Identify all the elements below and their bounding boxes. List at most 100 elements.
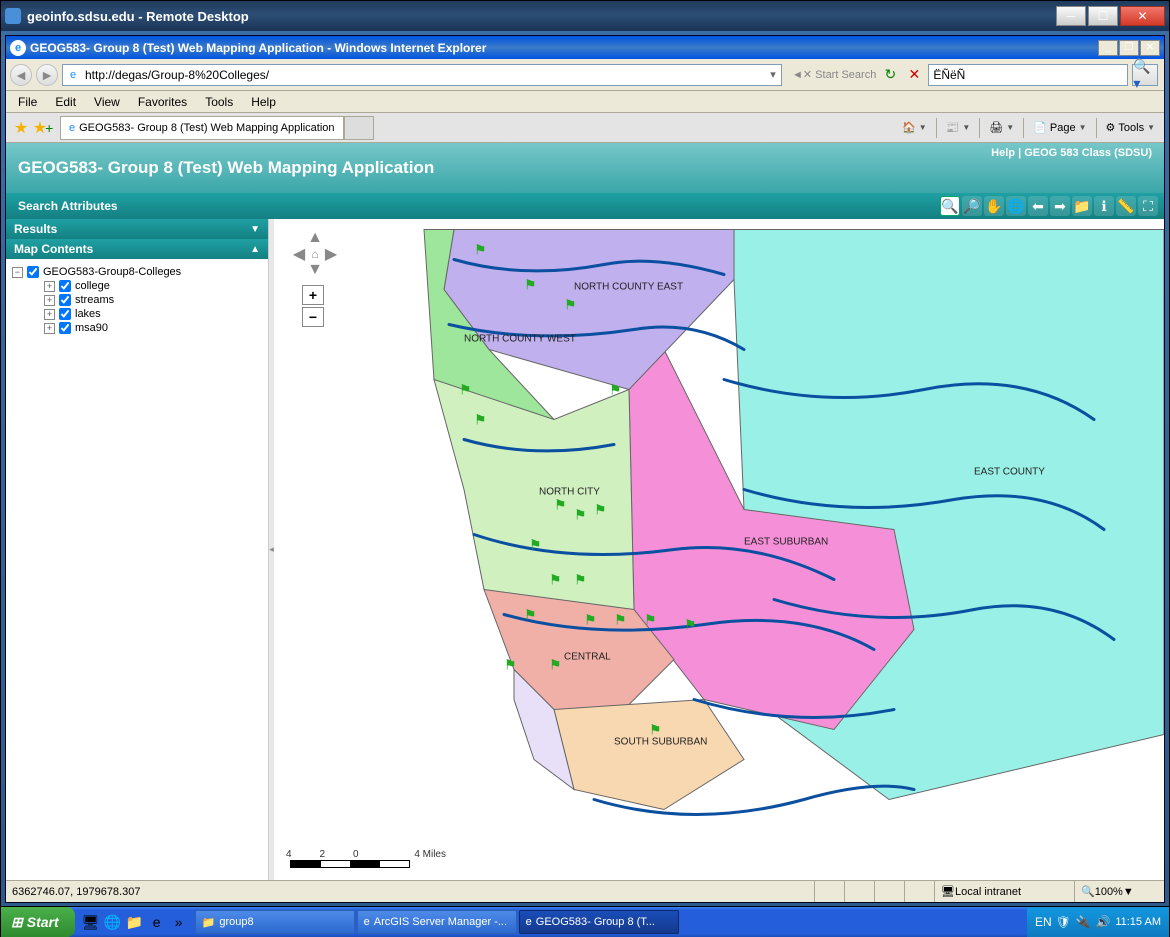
results-panel-header[interactable]: Results▼ xyxy=(6,219,268,239)
rd-titlebar[interactable]: geoinfo.sdsu.edu - Remote Desktop ─ ☐ ✕ xyxy=(1,1,1169,31)
taskbar-item[interactable]: eArcGIS Server Manager -... xyxy=(357,910,517,934)
contents-panel-header[interactable]: Map Contents▲ xyxy=(6,239,268,259)
pan-center-icon[interactable]: ⌂ xyxy=(307,246,323,262)
url-input[interactable] xyxy=(83,68,765,82)
full-extent-tool[interactable]: 🌐 xyxy=(1006,196,1026,216)
rd-close-button[interactable]: ✕ xyxy=(1120,6,1165,26)
page-menu-button[interactable]: 📄Page▼ xyxy=(1028,117,1091,139)
help-link[interactable]: Help xyxy=(991,147,1015,159)
identify-tool[interactable]: 📁 xyxy=(1072,196,1092,216)
feeds-button[interactable]: 📰▼ xyxy=(941,117,976,139)
layer-checkbox[interactable] xyxy=(59,322,71,334)
tree-root[interactable]: − GEOG583-Group8-Colleges xyxy=(12,265,262,279)
ie-window: e GEOG583- Group 8 (Test) Web Mapping Ap… xyxy=(5,35,1165,903)
fullscreen-tool[interactable]: ⛶ xyxy=(1138,196,1158,216)
ql-explorer-icon[interactable]: 📁 xyxy=(125,912,145,932)
taskbar-item[interactable]: 📁group8 xyxy=(195,910,355,934)
layer-label: msa90 xyxy=(75,322,108,334)
windows-logo-icon: ⊞ xyxy=(11,914,23,931)
pan-east-button[interactable]: ▶ xyxy=(322,245,340,263)
rd-maximize-button[interactable]: ☐ xyxy=(1088,6,1118,26)
home-button[interactable]: 🏠▼ xyxy=(897,117,932,139)
tray-network-icon[interactable]: 🔌 xyxy=(1075,914,1091,930)
next-extent-tool[interactable]: ➡ xyxy=(1050,196,1070,216)
ie-close-button[interactable]: ✕ xyxy=(1140,40,1160,56)
tree-layer-streams[interactable]: + streams xyxy=(44,293,262,307)
taskbar-item-active[interactable]: eGEOG583- Group 8 (T... xyxy=(519,910,679,934)
expander-icon[interactable]: + xyxy=(44,323,55,334)
zoom-out-tool[interactable]: 🔎 xyxy=(962,196,982,216)
favorites-star-icon[interactable]: ★ xyxy=(10,117,32,139)
expander-icon[interactable]: − xyxy=(12,267,23,278)
status-zoom[interactable]: 🔍 100% ▼ xyxy=(1074,881,1164,902)
layer-checkbox[interactable] xyxy=(27,266,39,278)
forward-button[interactable]: ► xyxy=(36,64,58,86)
layer-checkbox[interactable] xyxy=(59,294,71,306)
status-coords: 6362746.07, 1979678.307 xyxy=(6,886,814,898)
menu-favorites[interactable]: Favorites xyxy=(130,93,195,111)
menu-view[interactable]: View xyxy=(86,93,128,111)
map-canvas[interactable]: NORTH COUNTY EAST NORTH COUNTY WEST NORT… xyxy=(274,219,1164,880)
ql-ie2-icon[interactable]: e xyxy=(147,912,167,932)
print-button[interactable]: 🖨▼ xyxy=(984,117,1019,139)
pan-west-button[interactable]: ◀ xyxy=(290,245,308,263)
layer-label: college xyxy=(75,280,110,292)
label-central: CENTRAL xyxy=(564,652,611,663)
layer-checkbox[interactable] xyxy=(59,280,71,292)
ql-ie-icon[interactable]: 🌐 xyxy=(103,912,123,932)
expander-icon[interactable]: + xyxy=(44,309,55,320)
menu-edit[interactable]: Edit xyxy=(47,93,84,111)
zoom-in-button[interactable]: + xyxy=(302,285,324,305)
ie-icon: e xyxy=(526,916,532,928)
zoom-out-button[interactable]: − xyxy=(302,307,324,327)
back-button[interactable]: ◄ xyxy=(10,64,32,86)
refresh-button[interactable]: ↻ xyxy=(880,65,900,85)
ie-navbar: ◄ ► e ▾ ◄✕ Start Search ↻ ✕ 🔍▾ xyxy=(6,59,1164,91)
info-tool[interactable]: ℹ xyxy=(1094,196,1114,216)
tree-layer-lakes[interactable]: + lakes xyxy=(44,307,262,321)
layer-checkbox[interactable] xyxy=(59,308,71,320)
add-favorite-icon[interactable]: ★+ xyxy=(32,117,54,139)
class-link[interactable]: GEOG 583 Class (SDSU) xyxy=(1024,147,1152,159)
ie-minimize-button[interactable]: _ xyxy=(1098,40,1118,56)
svg-text:⚑: ⚑ xyxy=(549,572,562,588)
ie-titlebar[interactable]: e GEOG583- Group 8 (Test) Web Mapping Ap… xyxy=(6,36,1164,59)
app-header-links: Help | GEOG 583 Class (SDSU) xyxy=(991,147,1152,159)
tree-layer-msa90[interactable]: + msa90 xyxy=(44,321,262,335)
search-attributes-label[interactable]: Search Attributes xyxy=(6,199,130,213)
pan-south-button[interactable]: ▼ xyxy=(306,261,324,279)
menu-file[interactable]: File xyxy=(10,93,45,111)
pan-tool[interactable]: ✋ xyxy=(984,196,1004,216)
search-input[interactable] xyxy=(928,64,1128,86)
start-button[interactable]: ⊞ Start xyxy=(1,907,75,937)
rd-app-icon xyxy=(5,8,21,24)
tray-volume-icon[interactable]: 🔊 xyxy=(1095,914,1111,930)
tray-lang-icon[interactable]: EN xyxy=(1035,914,1051,930)
stop-button[interactable]: ✕ xyxy=(904,65,924,85)
measure-tool[interactable]: 📏 xyxy=(1116,196,1136,216)
expander-icon[interactable]: + xyxy=(44,281,55,292)
ql-expand-icon[interactable]: » xyxy=(169,912,189,932)
search-go-button[interactable]: 🔍▾ xyxy=(1132,64,1158,86)
address-dropdown-icon[interactable]: ▾ xyxy=(765,68,781,81)
ie-restore-button[interactable]: ❐ xyxy=(1119,40,1139,56)
ie-statusbar: 6362746.07, 1979678.307 🖥 Local intranet… xyxy=(6,880,1164,902)
svg-text:⚑: ⚑ xyxy=(649,722,662,738)
tools-menu-button[interactable]: ⚙Tools▼ xyxy=(1101,117,1160,139)
expander-icon[interactable]: + xyxy=(44,295,55,306)
address-bar[interactable]: e ▾ xyxy=(62,64,782,86)
zoom-in-tool[interactable]: 🔍 xyxy=(940,196,960,216)
tray-clock[interactable]: 11:15 AM xyxy=(1115,916,1161,928)
rd-minimize-button[interactable]: ─ xyxy=(1056,6,1086,26)
show-desktop-icon[interactable]: 🖥 xyxy=(81,912,101,932)
menu-help[interactable]: Help xyxy=(243,93,284,111)
prev-extent-tool[interactable]: ⬅ xyxy=(1028,196,1048,216)
browser-tab[interactable]: e GEOG583- Group 8 (Test) Web Mapping Ap… xyxy=(60,116,344,140)
tree-layer-college[interactable]: + college xyxy=(44,279,262,293)
ie-menubar: File Edit View Favorites Tools Help xyxy=(6,91,1164,113)
menu-tools[interactable]: Tools xyxy=(197,93,241,111)
new-tab-button[interactable] xyxy=(344,116,374,140)
ie-icon: e xyxy=(364,916,370,928)
tray-shield-icon[interactable]: 🛡 xyxy=(1055,914,1071,930)
scalebar: 4 2 0 4 Miles xyxy=(290,849,446,868)
